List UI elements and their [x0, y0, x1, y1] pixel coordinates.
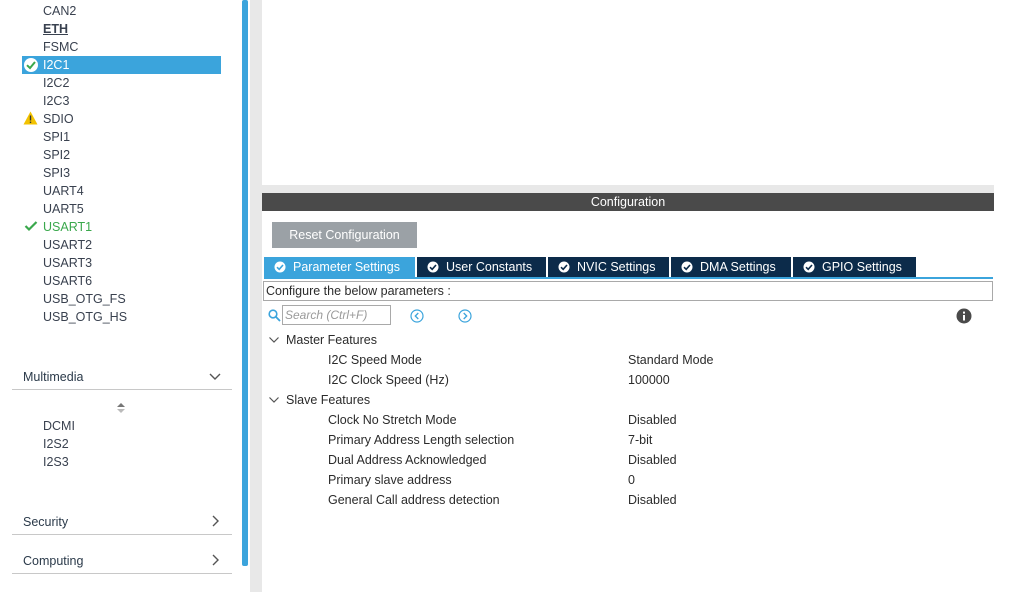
sidebar-item-i2s2[interactable]: I2S2 [43, 435, 69, 453]
category-label: Computing [23, 554, 84, 568]
param-value[interactable]: Disabled [628, 450, 677, 470]
check-icon [24, 221, 38, 232]
parameters-description: Configure the below parameters : [263, 281, 993, 301]
tab-label: DMA Settings [700, 260, 776, 274]
param-name: General Call address detection [328, 493, 500, 507]
sidebar-item-fsmc[interactable]: FSMC [43, 38, 78, 56]
pinout-view-area [262, 0, 994, 185]
param-name: I2C Speed Mode [328, 353, 422, 367]
param-name: I2C Clock Speed (Hz) [328, 373, 449, 387]
main-scroll-track[interactable] [994, 0, 1001, 592]
param-name: Primary slave address [328, 473, 452, 487]
param-name: Dual Address Acknowledged [328, 453, 487, 467]
tab-parameter-settings[interactable]: Parameter Settings [264, 257, 415, 277]
category-label: Multimedia [23, 370, 84, 384]
tab-dma-settings[interactable]: DMA Settings [671, 257, 791, 277]
sidebar-item-uart5[interactable]: UART5 [43, 200, 84, 218]
chevron-down-icon [209, 373, 221, 380]
tab-label: Parameter Settings [293, 260, 400, 274]
param-value[interactable]: 100000 [628, 370, 670, 390]
chevron-down-icon [269, 337, 279, 343]
sidebar-scrollbar[interactable] [242, 0, 248, 566]
check-circle-icon [274, 261, 286, 273]
sidebar-item-spi2[interactable]: SPI2 [43, 146, 70, 164]
warning-icon [23, 111, 38, 125]
sidebar-item-i2c3[interactable]: I2C3 [43, 92, 69, 110]
category-security[interactable]: Security [12, 512, 232, 535]
tab-gpio-settings[interactable]: GPIO Settings [793, 257, 916, 277]
tabs-underline [264, 277, 993, 279]
check-circle-icon [427, 261, 439, 273]
group-label: Master Features [286, 333, 378, 347]
category-multimedia[interactable]: Multimedia [12, 367, 232, 390]
chevron-right-icon [212, 515, 219, 527]
sidebar-item-spi1[interactable]: SPI1 [43, 128, 70, 146]
param-value[interactable]: Standard Mode [628, 350, 713, 370]
param-name: Clock No Stretch Mode [328, 413, 457, 427]
param-value[interactable]: Disabled [628, 410, 677, 430]
sidebar-item-i2c2[interactable]: I2C2 [43, 74, 69, 92]
category-computing[interactable]: Computing [12, 551, 232, 574]
param-value[interactable]: Disabled [628, 490, 677, 510]
sidebar-item-usart3[interactable]: USART3 [43, 254, 92, 272]
sidebar-item-usart6[interactable]: USART6 [43, 272, 92, 290]
check-circle-icon [24, 58, 38, 72]
reset-configuration-button[interactable]: Reset Configuration [272, 222, 417, 248]
window-edge [1001, 0, 1011, 592]
sidebar-item-usb-otg-fs[interactable]: USB_OTG_FS [43, 290, 126, 308]
peripheral-sidebar: CAN2 ETH FSMC I2C1 I2C2 I2C3 SDIO SPI1 S… [0, 0, 240, 592]
sidebar-item-sdio[interactable]: SDIO [43, 110, 74, 128]
sidebar-item-can2[interactable]: CAN2 [43, 2, 76, 20]
check-circle-icon [803, 261, 815, 273]
category-label: Security [23, 515, 69, 529]
param-name: Primary Address Length selection [328, 433, 515, 447]
check-circle-icon [681, 261, 693, 273]
check-circle-icon [558, 261, 570, 273]
search-icon [268, 309, 281, 322]
chevron-right-icon [212, 554, 219, 566]
sidebar-item-uart4[interactable]: UART4 [43, 182, 84, 200]
sidebar-item-i2c1[interactable]: I2C1 [43, 56, 69, 74]
sort-icon[interactable] [116, 401, 126, 415]
param-value[interactable]: 7-bit [628, 430, 652, 450]
tab-label: NVIC Settings [577, 260, 656, 274]
sidebar-item-spi3[interactable]: SPI3 [43, 164, 70, 182]
sidebar-item-dcmi[interactable]: DCMI [43, 417, 75, 435]
group-label: Slave Features [286, 393, 371, 407]
next-result-icon[interactable] [458, 309, 472, 323]
sidebar-item-eth[interactable]: ETH [43, 20, 68, 38]
chevron-down-icon [269, 397, 279, 403]
param-value[interactable]: 0 [628, 470, 635, 490]
search-input[interactable] [282, 305, 391, 325]
tab-label: User Constants [446, 260, 533, 274]
configuration-header: Configuration [262, 193, 994, 211]
tab-user-constants[interactable]: User Constants [417, 257, 546, 277]
tab-label: GPIO Settings [822, 260, 902, 274]
sidebar-item-usb-otg-hs[interactable]: USB_OTG_HS [43, 308, 127, 326]
tab-nvic-settings[interactable]: NVIC Settings [548, 257, 669, 277]
sidebar-item-i2s3[interactable]: I2S3 [43, 453, 69, 471]
info-icon[interactable] [956, 308, 972, 324]
sidebar-item-usart2[interactable]: USART2 [43, 236, 92, 254]
previous-result-icon[interactable] [410, 309, 424, 323]
sidebar-item-usart1[interactable]: USART1 [43, 218, 92, 236]
